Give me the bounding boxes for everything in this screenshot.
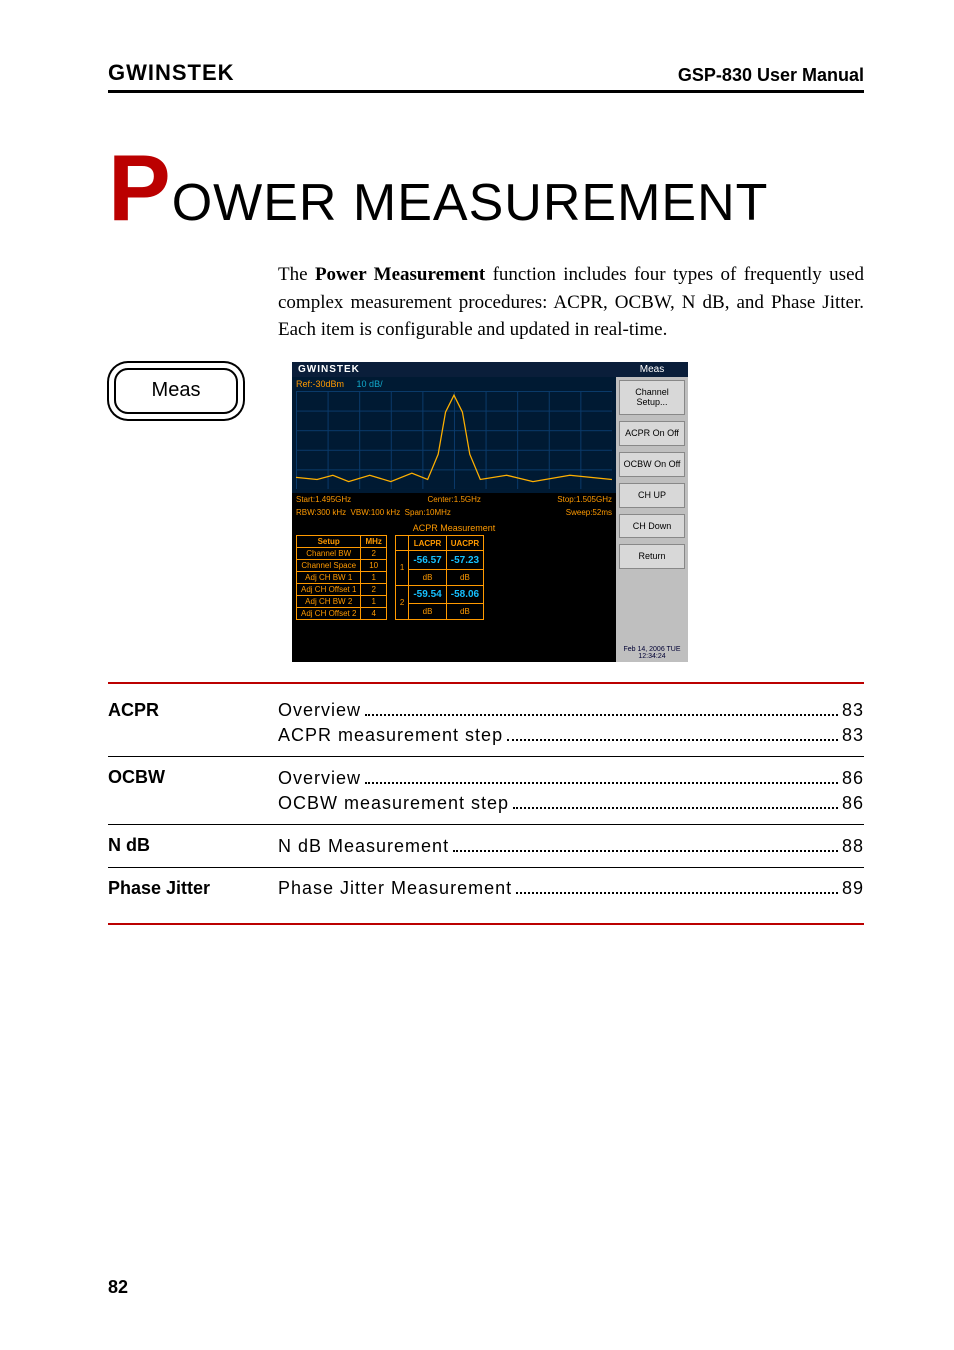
toc-section-label: N dB (108, 831, 278, 856)
acpr-table: LACPRUACPR 1 -56.57 -57.23 dBdB 2 -59.54… (395, 535, 484, 620)
menu-header: Meas (616, 362, 688, 377)
toc-section: N dBN dB Measurement 88 (108, 831, 864, 860)
toc-leader-dots (453, 835, 838, 851)
menu-ch-up: CH UP (619, 483, 685, 508)
toc-leader-dots (365, 700, 838, 716)
toc-entry: Overview 83 (278, 700, 864, 721)
toc-section-label: ACPR (108, 696, 278, 721)
manual-title: GSP-830 User Manual (678, 65, 864, 86)
divider-red (108, 682, 864, 684)
timestamp: Feb 14, 2006 TUE 12:34:24 (616, 644, 688, 662)
page-header: GWINSTEK GSP-830 User Manual (108, 60, 864, 93)
toc-section: Phase JitterPhase Jitter Measurement 89 (108, 874, 864, 903)
toc-entry-page: 83 (842, 700, 864, 721)
toc-entry: Overview 86 (278, 767, 864, 788)
scr-softkey-menu: Meas Channel Setup... ACPR On Off OCBW O… (616, 362, 688, 662)
title-rest: OWER MEASUREMENT (172, 174, 769, 232)
divider-thin (108, 824, 864, 825)
toc-leader-dots (365, 767, 838, 783)
toc-entry-text: OCBW measurement step (278, 793, 509, 814)
toc-entry: Phase Jitter Measurement 89 (278, 878, 864, 899)
toc-entry: ACPR measurement step 83 (278, 725, 864, 746)
toc-entry-page: 83 (842, 725, 864, 746)
title-dropcap: P (108, 135, 172, 240)
toc-entry: N dB Measurement 88 (278, 835, 864, 856)
toc-entry-text: Phase Jitter Measurement (278, 878, 512, 899)
meas-keycap: Meas (114, 368, 238, 414)
device-screenshot: GWINSTEK Ref:-30dBm 10 dB/ Start:1.495GH… (292, 362, 688, 662)
toc-leader-dots (507, 725, 838, 741)
divider-thin (108, 756, 864, 757)
toc-entry-text: ACPR measurement step (278, 725, 503, 746)
divider-thin (108, 867, 864, 868)
toc-leader-dots (516, 878, 838, 894)
divider-red (108, 923, 864, 925)
spectrum-trace-icon (296, 391, 612, 492)
toc-entry-text: Overview (278, 768, 361, 789)
scr-info-row-2: RBW:300 kHz VBW:100 kHz Span:10MHz Sweep… (292, 506, 616, 519)
toc-section-label: Phase Jitter (108, 874, 278, 899)
toc-entry-page: 89 (842, 878, 864, 899)
setup-table: SetupMHz Channel BW2 Channel Space10 Adj… (296, 535, 387, 620)
scr-brand: GWINSTEK (292, 362, 616, 377)
chapter-title: POWER MEASUREMENT (108, 173, 864, 233)
menu-ch-down: CH Down (619, 514, 685, 539)
toc-entry-page: 88 (842, 836, 864, 857)
menu-ocbw: OCBW On Off (619, 452, 685, 477)
toc-entry-text: Overview (278, 700, 361, 721)
toc-section-label: OCBW (108, 763, 278, 788)
page-number: 82 (108, 1277, 128, 1298)
menu-return: Return (619, 544, 685, 569)
menu-acpr: ACPR On Off (619, 421, 685, 446)
toc-entry-text: N dB Measurement (278, 836, 449, 857)
toc-entry-page: 86 (842, 793, 864, 814)
toc-entry-page: 86 (842, 768, 864, 789)
scr-graph: Ref:-30dBm 10 dB/ (292, 377, 616, 493)
brand-logo: GWINSTEK (108, 60, 235, 86)
scr-info-row-1: Start:1.495GHz Center:1.5GHz Stop:1.505G… (292, 493, 616, 506)
toc-section: ACPROverview 83ACPR measurement step 83 (108, 696, 864, 751)
scr-measurement-panel: ACPR Measurement SetupMHz Channel BW2 Ch… (292, 519, 616, 662)
menu-channel-setup: Channel Setup... (619, 380, 685, 416)
intro-paragraph: The Power Measurement function includes … (278, 261, 864, 344)
toc-leader-dots (513, 793, 838, 809)
toc-entry: OCBW measurement step 86 (278, 793, 864, 814)
toc-section: OCBWOverview 86OCBW measurement step 86 (108, 763, 864, 818)
